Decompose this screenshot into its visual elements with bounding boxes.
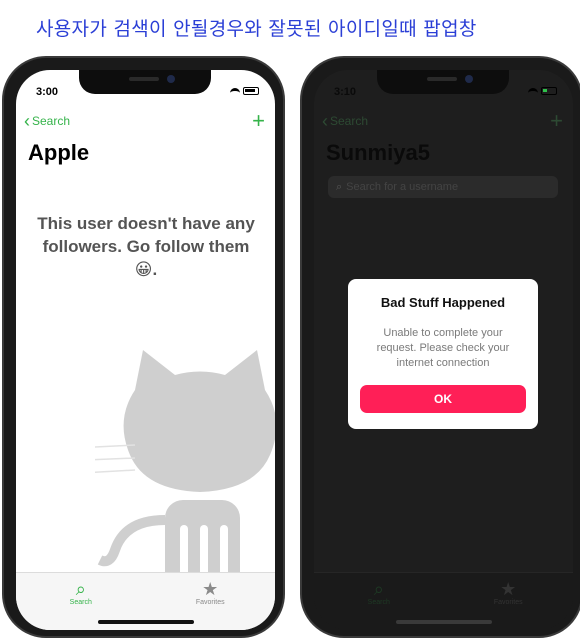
search-icon: ⌕	[75, 579, 86, 599]
home-indicator	[396, 620, 492, 624]
tab-label: Search	[69, 599, 92, 606]
plus-icon[interactable]: +	[550, 108, 563, 134]
status-time: 3:10	[334, 86, 357, 98]
phone-right: 3:10 ‹ Search + Sunmiya5 ⌕ Search for a …	[300, 56, 580, 638]
chevron-left-icon: ‹	[24, 111, 30, 131]
battery-icon	[243, 87, 259, 95]
octocat-illustration	[95, 350, 275, 590]
left-screen: 3:00 ‹ Search + Apple This user doesn't …	[16, 70, 275, 630]
search-input[interactable]: ⌕ Search for a username	[328, 176, 558, 198]
back-button[interactable]: ‹ Search	[322, 111, 369, 131]
back-label: Search	[32, 114, 71, 128]
tab-label: Favorites	[195, 599, 225, 606]
search-placeholder: Search for a username	[346, 181, 459, 193]
status-icons	[528, 87, 557, 95]
status-time: 3:00	[36, 86, 59, 98]
home-indicator	[98, 620, 194, 624]
status-icons	[230, 87, 259, 95]
tab-label: Favorites	[493, 599, 523, 606]
back-button[interactable]: ‹ Search	[24, 111, 71, 131]
search-icon: ⌕	[373, 579, 384, 599]
battery-icon	[541, 87, 557, 95]
error-alert: Bad Stuff Happened Unable to complete yo…	[348, 279, 538, 429]
right-screen: 3:10 ‹ Search + Sunmiya5 ⌕ Search for a …	[314, 70, 573, 630]
empty-state-message: This user doesn't have any followers. Go…	[37, 214, 255, 279]
chevron-left-icon: ‹	[322, 111, 328, 131]
alert-title: Bad Stuff Happened	[380, 295, 506, 310]
back-label: Search	[330, 114, 369, 128]
wifi-icon	[230, 87, 240, 95]
notch	[79, 70, 211, 94]
ok-button[interactable]: OK	[360, 385, 526, 413]
phone-left: 3:00 ‹ Search + Apple This user doesn't …	[2, 56, 285, 638]
page-title: Apple	[28, 140, 90, 165]
page-title: Sunmiya5	[326, 140, 430, 165]
page-caption: 사용자가 검색이 안될경우와 잘못된 아이디일때 팝업창	[36, 18, 477, 40]
notch	[377, 70, 509, 94]
star-icon: ★	[500, 579, 517, 599]
alert-message: Unable to complete your request. Please …	[376, 327, 510, 369]
search-icon: ⌕	[336, 180, 343, 193]
tab-label: Search	[367, 599, 390, 606]
plus-icon[interactable]: +	[252, 108, 265, 134]
star-icon: ★	[202, 579, 219, 599]
wifi-icon	[528, 87, 538, 95]
